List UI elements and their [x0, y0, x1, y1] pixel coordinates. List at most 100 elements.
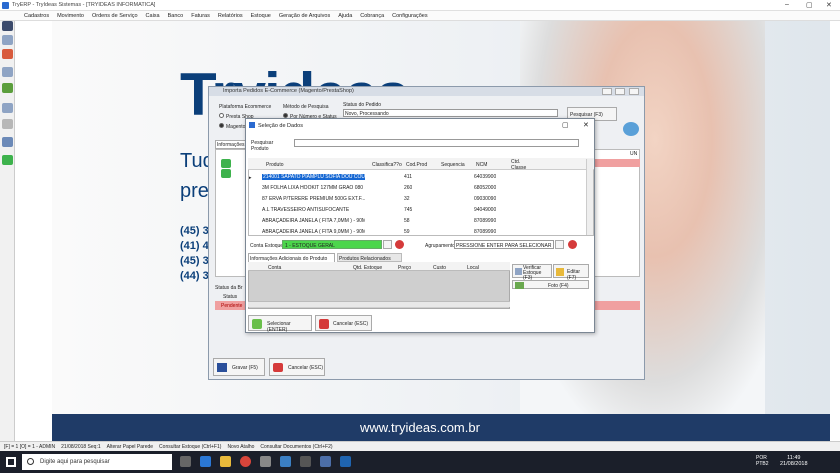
- menu-ordens-servico[interactable]: Ordens de Serviço: [88, 11, 142, 20]
- edit-button[interactable]: Editar (F7): [553, 264, 589, 281]
- close-icon[interactable]: ✕: [583, 121, 589, 129]
- row-indicator-icon: ▸: [249, 175, 252, 181]
- subcol-qtd-estoque: Qtd. Estoque: [353, 265, 383, 271]
- radio-magento-label: Magento: [226, 124, 246, 130]
- order-status-select[interactable]: Novo, Processando: [343, 109, 558, 117]
- zoom-icon[interactable]: [2, 103, 13, 113]
- status-new-shortcut[interactable]: Novo Atalho: [227, 442, 254, 451]
- menu-relatorios[interactable]: Relatórios: [214, 11, 247, 20]
- tab-additional-info[interactable]: Informações Adicionais do Produto (F1): [248, 253, 335, 268]
- select-button[interactable]: Selecionar (ENTER): [248, 315, 312, 333]
- app-title: TryERP - TryIdeas Sistemas - [TRYIDEAS I…: [12, 2, 156, 8]
- menu-cobranca[interactable]: Cobrança: [356, 11, 388, 20]
- clear-icon[interactable]: [568, 240, 577, 249]
- stock-account-field[interactable]: 1 - ESTOQUE GERAL: [282, 240, 382, 249]
- radio-magento[interactable]: [219, 123, 224, 128]
- status-col-header: Status: [223, 294, 238, 300]
- menu-movimento[interactable]: Movimento: [53, 11, 88, 20]
- table-row[interactable]: 214001 SAPATO PIAMPLU SOFIA DOU COUR 411…: [262, 172, 588, 182]
- stock-icon: [515, 268, 522, 275]
- status-section-label: Status da Br: [215, 285, 243, 291]
- radio-prestashop[interactable]: [219, 113, 224, 118]
- status-icon[interactable]: [2, 155, 13, 165]
- taskbar-search[interactable]: Digite aqui para pesquisar: [22, 454, 172, 470]
- status-user: [F] = 1 [O] = 1 - ADMIN: [4, 444, 56, 450]
- minimize-icon[interactable]: [602, 88, 612, 95]
- edge-icon[interactable]: [200, 456, 211, 467]
- app-icon[interactable]: [280, 456, 291, 467]
- refresh-icon[interactable]: [623, 122, 639, 136]
- subcol-local: Local: [467, 265, 479, 271]
- magnifier-icon[interactable]: [2, 67, 13, 77]
- lookup-icon[interactable]: [555, 240, 564, 249]
- check-stock-button[interactable]: Verificar Estoque (F3): [512, 264, 552, 281]
- app-icon[interactable]: [340, 456, 351, 467]
- app-icon[interactable]: [300, 456, 311, 467]
- save-button[interactable]: Gravar (F5): [213, 358, 265, 376]
- search-icon: [27, 458, 34, 465]
- tree-icon[interactable]: [2, 83, 13, 93]
- user-icon[interactable]: [2, 21, 13, 31]
- grid-col-un: UN: [630, 151, 638, 157]
- wallpaper-phone: (45) 3: [180, 225, 209, 237]
- menu-ajuda[interactable]: Ajuda: [334, 11, 356, 20]
- dialog-app-icon: [249, 122, 255, 128]
- chrome-icon[interactable]: [240, 456, 251, 467]
- menu-banco[interactable]: Banco: [164, 11, 188, 20]
- menu-configuracoes[interactable]: Configurações: [388, 11, 431, 20]
- dialog-title: Importa Pedidos E-Commerce (Magento/Pres…: [223, 88, 354, 94]
- status-row-text: Pendente: [221, 303, 243, 309]
- table-row[interactable]: 87 ERVA P/TERERE PREMIUM 500G EXT.F... 3…: [262, 194, 588, 204]
- menu-faturas[interactable]: Faturas: [187, 11, 214, 20]
- lookup-icon[interactable]: [383, 240, 392, 249]
- maximize-icon[interactable]: [615, 88, 625, 95]
- status-docs-shortcut[interactable]: Consultar Documentos (Ctrl+F2): [260, 442, 332, 451]
- expand-icon[interactable]: [221, 159, 231, 168]
- menu-estoque[interactable]: Estoque: [247, 11, 275, 20]
- folder-icon[interactable]: [220, 456, 231, 467]
- status-wallpaper-link[interactable]: Alterar Papel Parede: [107, 442, 153, 451]
- tools-icon[interactable]: [2, 119, 13, 129]
- taskbar-search-placeholder: Digite aqui para pesquisar: [40, 459, 110, 465]
- app-icon[interactable]: [260, 456, 271, 467]
- table-row[interactable]: 3M FOLHA LIXA HOOKIT 127MM GRAO 080 260 …: [262, 183, 588, 193]
- menu-cadastros[interactable]: Cadastros: [20, 11, 53, 20]
- col-produto: Produto: [266, 162, 284, 168]
- task-view-icon[interactable]: [180, 456, 191, 467]
- menu-bar: Cadastros Movimento Ordens de Serviço Ca…: [0, 11, 840, 21]
- grouping-field[interactable]: PRESSIONE ENTER PARA SELECIONAR O AGRU: [454, 240, 554, 249]
- taskbar-clock[interactable]: 11:49 21/08/2018: [780, 455, 808, 467]
- expand-icon[interactable]: [221, 169, 231, 178]
- minimize-icon[interactable]: –: [785, 1, 789, 8]
- language-indicator[interactable]: POR PTB2: [756, 455, 769, 467]
- table-row[interactable]: ABRAÇADEIRA JANELA ( FITA 7,0MM ) - 90M.…: [262, 216, 588, 226]
- subgrid-hscrollbar[interactable]: [248, 301, 510, 307]
- clear-icon[interactable]: [395, 240, 404, 249]
- tab-related-products[interactable]: Produtos Relacionados (F2): [337, 253, 402, 268]
- search-product-input[interactable]: [294, 139, 579, 147]
- close-icon[interactable]: ✕: [826, 1, 832, 9]
- selection-title-bar: Seleção de Dados ▢ ✕: [246, 119, 594, 132]
- subcol-preco: Preço: [398, 265, 412, 271]
- menu-geracao-arquivos[interactable]: Geração de Arquivos: [275, 11, 334, 20]
- cancel-selection-button[interactable]: Cancelar (ESC): [315, 315, 372, 331]
- start-icon[interactable]: [6, 457, 16, 467]
- app-status-bar: [F] = 1 [O] = 1 - ADMIN 21/08/2018 Seq:1…: [0, 441, 840, 451]
- close-icon[interactable]: [629, 88, 639, 95]
- status-stock-shortcut[interactable]: Consultar Estoque (Ctrl+F1): [159, 442, 221, 451]
- search-icon[interactable]: [2, 35, 13, 45]
- app-icon[interactable]: [320, 456, 331, 467]
- table-row[interactable]: A.L TRAVESSEIRO ANTISUFOCANTE 745 940490…: [262, 205, 588, 215]
- table-row[interactable]: ABRAÇADEIRA JANELA ( FITA 9,0MM ) - 90M.…: [262, 227, 588, 237]
- app-icon: [2, 2, 9, 9]
- menu-caixa[interactable]: Caixa: [142, 11, 164, 20]
- gift-icon[interactable]: [2, 49, 13, 59]
- photo-button[interactable]: Foto (F4): [512, 280, 589, 289]
- col-sequencia: Sequencia: [441, 162, 465, 168]
- search-method-label: Método de Pesquisa: [283, 104, 329, 110]
- list-icon[interactable]: [2, 137, 13, 147]
- cancel-button[interactable]: Cancelar (ESC): [269, 358, 325, 376]
- maximize-icon[interactable]: ▢: [806, 1, 813, 9]
- wallpaper-url: www.tryideas.com.br: [360, 420, 480, 435]
- maximize-icon[interactable]: ▢: [562, 121, 569, 129]
